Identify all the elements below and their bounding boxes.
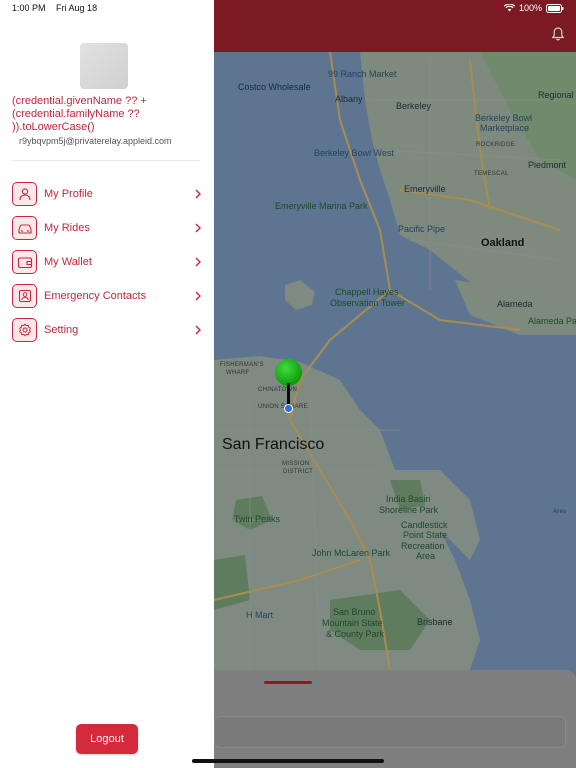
map-label-india-basin: India Basin (386, 494, 431, 504)
menu-item-label: My Rides (44, 222, 90, 234)
map-label-costco: Costco Wholesale (238, 82, 311, 92)
map-label-alameda-park: Alameda Park (528, 316, 576, 326)
map-label-san-bruno: San Bruno (333, 607, 376, 617)
map-label-regional: Regional (538, 90, 574, 100)
wallet-icon (12, 250, 37, 274)
drawer-menu: My Profile My Rides My Wallet Emergency … (12, 177, 202, 347)
menu-item-label: My Profile (44, 188, 93, 200)
menu-item-my-wallet[interactable]: My Wallet (12, 245, 202, 279)
map-label-twin-peaks: Twin Peaks (234, 514, 281, 524)
map-label-oakland: Oakland (481, 237, 525, 249)
destination-input[interactable] (214, 716, 566, 748)
map-label-temescal: TEMESCAL (474, 171, 509, 177)
map-label-area: Area (416, 551, 436, 561)
map-label-pacific-pipe: Pacific Pipe (398, 224, 446, 234)
chevron-right-icon (195, 325, 201, 335)
map-label-district: DISTRICT (283, 469, 314, 475)
map-label-albany: Albany (335, 94, 363, 104)
home-indicator[interactable] (192, 759, 384, 763)
current-location-dot (284, 404, 293, 413)
map-label-mclaren: John McLaren Park (312, 548, 391, 558)
map-label-berkeley: Berkeley (396, 101, 432, 111)
map-label-rockridge: ROCKRIDGE (476, 142, 516, 148)
map-label-bowl-west: Berkeley Bowl West (314, 148, 394, 158)
chevron-right-icon (195, 291, 201, 301)
user-email: r9ybqvpm5j@privaterelay.appleid.com (19, 136, 172, 146)
battery-icon (546, 3, 564, 13)
logout-button[interactable]: Logout (76, 724, 138, 754)
location-pin-icon[interactable] (275, 359, 302, 386)
map-label-ares: Ares (553, 509, 567, 515)
map-label-observation: Observation Tower (330, 298, 405, 308)
notification-bell-icon[interactable] (550, 26, 566, 42)
status-bar-right: 100% (503, 3, 564, 13)
user-name: (credential.givenName ?? + (credential.f… (12, 95, 147, 133)
map-label-candlestick: Candlestick (401, 520, 448, 530)
map-label-piedmont: Piedmont (528, 160, 567, 170)
map-label-shoreline: Shoreline Park (379, 505, 439, 515)
map-label-chappell: Chappell Hayes (335, 287, 399, 297)
car-icon (12, 216, 37, 240)
map-label-alameda: Alameda (497, 299, 533, 309)
chevron-right-icon (195, 223, 201, 233)
person-icon (12, 182, 37, 206)
contact-card-icon (12, 284, 37, 308)
map-label-brisbane: Brisbane (417, 617, 453, 627)
map-label-mountain-state: Mountain State (322, 618, 383, 628)
map-label-union-square: UNION SQUARE (258, 404, 308, 410)
map-label-hmart: H Mart (246, 610, 273, 620)
status-bar-left: 1:00 PM Fri Aug 18 (12, 3, 97, 13)
map-label-recreation: Recreation (401, 541, 445, 551)
menu-item-label: Setting (44, 324, 79, 336)
menu-item-my-profile[interactable]: My Profile (12, 177, 202, 211)
status-time: 1:00 PM (12, 3, 46, 13)
side-drawer: 1:00 PM Fri Aug 18 (credential.givenName… (0, 0, 214, 768)
map-label-county-park: & County Park (326, 629, 385, 639)
map-label-san-francisco: San Francisco (222, 436, 325, 453)
avatar[interactable] (80, 43, 128, 89)
map-label-marketplace: Marketplace (480, 123, 530, 133)
map-label-berkeley-bowl: Berkeley Bowl (475, 113, 533, 123)
bottom-sheet-handle[interactable] (264, 681, 312, 684)
menu-item-setting[interactable]: Setting (12, 313, 202, 347)
map-label-mission: MISSION (282, 461, 310, 467)
divider (12, 160, 200, 161)
wifi-icon (503, 4, 515, 12)
menu-item-label: My Wallet (44, 256, 92, 268)
map-label-chinatown: CHINATOWN (258, 387, 298, 393)
menu-item-my-rides[interactable]: My Rides (12, 211, 202, 245)
chevron-right-icon (195, 257, 201, 267)
menu-item-label: Emergency Contacts (44, 290, 147, 302)
map-label-marina-park: Emeryville Marina Park (275, 201, 368, 211)
menu-item-emergency-contacts[interactable]: Emergency Contacts (12, 279, 202, 313)
map-label-fishermans: FISHERMAN'S (220, 362, 264, 368)
status-date: Fri Aug 18 (56, 3, 98, 13)
battery-percent: 100% (518, 3, 542, 13)
gear-icon (12, 318, 37, 342)
map-label-ranch: 99 Ranch Market (328, 69, 397, 79)
map-label-point-state: Point State (403, 530, 448, 540)
map-label-wharf: WHARF (226, 370, 250, 376)
chevron-right-icon (195, 189, 201, 199)
map-label-emeryville: Emeryville (404, 184, 446, 194)
